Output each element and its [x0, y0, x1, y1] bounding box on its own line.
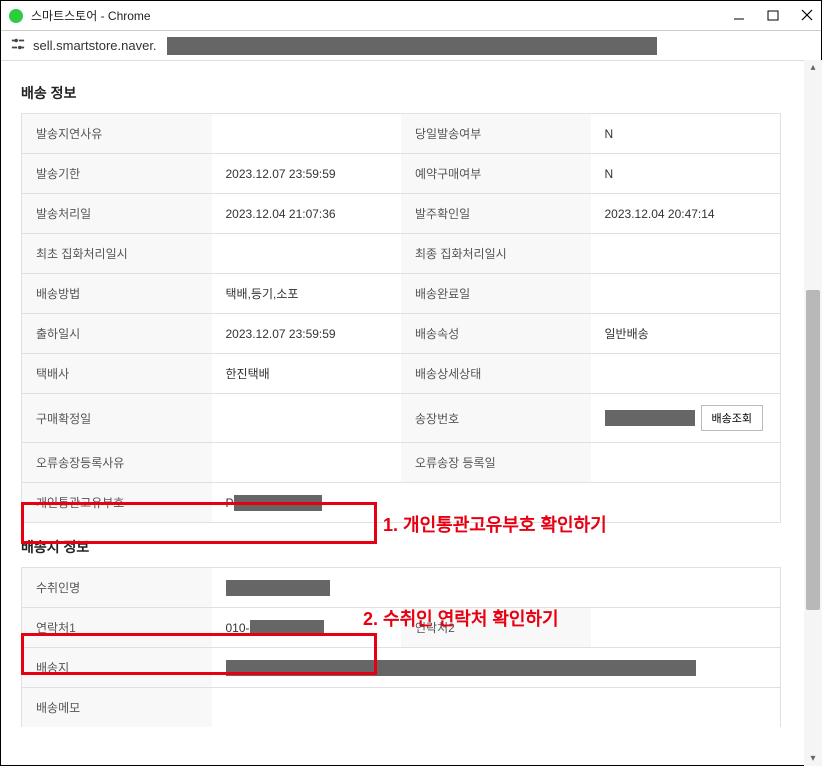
table-row: 발송처리일2023.12.04 21:07:36발주확인일2023.12.04 …	[22, 194, 780, 234]
value-cell: 한진택배	[212, 354, 402, 393]
site-settings-icon[interactable]	[11, 37, 25, 54]
label-error-reason: 오류송장등록사유	[22, 443, 212, 482]
value-error-date	[591, 443, 781, 482]
phone1-redacted	[250, 620, 324, 636]
value-pccc: P	[212, 483, 780, 522]
maximize-button[interactable]	[767, 8, 779, 24]
label-cell: 발송지연사유	[22, 114, 212, 153]
value-purchase-confirm	[212, 394, 402, 442]
label-pccc: 개인통관고유부호	[22, 483, 212, 522]
minimize-button[interactable]	[733, 8, 745, 24]
table-row: 오류송장등록사유 오류송장 등록일	[22, 443, 780, 483]
value-cell	[591, 274, 781, 313]
chrome-window: 스마트스토어 - Chrome sell.smartstore.naver. 배…	[0, 0, 822, 766]
window-controls	[733, 8, 813, 24]
value-cell: N	[591, 154, 781, 193]
label-cell: 배송방법	[22, 274, 212, 313]
delivery-section-title: 배송 정보	[21, 83, 801, 103]
table-row: 수취인명	[22, 568, 780, 608]
favicon-icon	[9, 9, 23, 23]
value-cell: 2023.12.07 23:59:59	[212, 154, 402, 193]
label-cell: 발송기한	[22, 154, 212, 193]
label-cell: 배송완료일	[401, 274, 591, 313]
label-address: 배송지	[22, 648, 212, 687]
phone-row: 연락처1 010- 연락처2	[22, 608, 780, 648]
scroll-up-icon[interactable]: ▴	[806, 62, 820, 73]
window-title: 스마트스토어 - Chrome	[31, 7, 733, 24]
recipient-name-redacted	[226, 580, 330, 596]
url-text: sell.smartstore.naver.	[33, 38, 157, 53]
label-phone1: 연락처1	[22, 608, 212, 647]
label-recipient-name: 수취인명	[22, 568, 212, 607]
close-button[interactable]	[801, 8, 813, 24]
label-cell: 배송상세상태	[401, 354, 591, 393]
titlebar: 스마트스토어 - Chrome	[1, 1, 821, 31]
destination-info-table: 수취인명 연락처1 010- 연락처2 배송지	[21, 567, 781, 727]
pccc-redacted	[234, 495, 322, 511]
value-cell: N	[591, 114, 781, 153]
address-bar[interactable]: sell.smartstore.naver.	[1, 31, 821, 61]
value-cell	[212, 114, 402, 153]
label-cell: 출하일시	[22, 314, 212, 353]
label-cell: 당일발송여부	[401, 114, 591, 153]
label-memo: 배송메모	[22, 688, 212, 727]
value-address	[212, 648, 780, 687]
table-row: 발송기한2023.12.07 23:59:59예약구매여부N	[22, 154, 780, 194]
address-redacted	[226, 660, 696, 676]
track-shipment-button[interactable]: 배송조회	[701, 405, 763, 431]
table-row: 배송방법택배,등기,소포배송완료일	[22, 274, 780, 314]
label-cell: 발송처리일	[22, 194, 212, 233]
scroll-down-icon[interactable]: ▾	[806, 753, 820, 764]
label-cell: 최종 집화처리일시	[401, 234, 591, 273]
vertical-scrollbar[interactable]: ▴ ▾	[804, 60, 822, 766]
value-phone1: 010-	[212, 608, 402, 647]
label-cell: 택배사	[22, 354, 212, 393]
value-cell	[591, 234, 781, 273]
table-row: 배송메모	[22, 688, 780, 727]
label-tracking-number: 송장번호	[401, 394, 591, 442]
tracking-number-redacted	[605, 410, 695, 426]
value-cell: 2023.12.04 21:07:36	[212, 194, 402, 233]
page-content: 배송 정보 발송지연사유당일발송여부N발송기한2023.12.07 23:59:…	[1, 61, 821, 765]
value-cell: 일반배송	[591, 314, 781, 353]
pccc-row: 개인통관고유부호 P	[22, 483, 780, 523]
value-error-reason	[212, 443, 402, 482]
table-row: 발송지연사유 당일발송여부N	[22, 114, 780, 154]
url-redacted	[167, 37, 657, 55]
pccc-prefix: P	[226, 496, 234, 510]
table-row: 배송지	[22, 648, 780, 688]
phone1-prefix: 010-	[226, 621, 250, 635]
label-phone2: 연락처2	[401, 608, 591, 647]
value-cell: 2023.12.07 23:59:59	[212, 314, 402, 353]
value-cell	[591, 354, 781, 393]
value-phone2	[591, 608, 781, 647]
table-row: 출하일시2023.12.07 23:59:59배송속성일반배송	[22, 314, 780, 354]
label-purchase-confirm: 구매확정일	[22, 394, 212, 442]
label-error-date: 오류송장 등록일	[401, 443, 591, 482]
table-row: 택배사한진택배배송상세상태	[22, 354, 780, 394]
value-memo	[212, 688, 780, 727]
label-cell: 예약구매여부	[401, 154, 591, 193]
value-cell: 택배,등기,소포	[212, 274, 402, 313]
value-cell: 2023.12.04 20:47:14	[591, 194, 781, 233]
label-cell: 최초 집화처리일시	[22, 234, 212, 273]
table-row: 구매확정일 송장번호 배송조회	[22, 394, 780, 443]
value-tracking-number: 배송조회	[591, 394, 781, 442]
value-cell	[212, 234, 402, 273]
scroll-thumb[interactable]	[806, 290, 820, 610]
value-recipient-name	[212, 568, 780, 607]
label-cell: 발주확인일	[401, 194, 591, 233]
delivery-info-table: 발송지연사유당일발송여부N발송기한2023.12.07 23:59:59예약구매…	[21, 113, 781, 523]
label-cell: 배송속성	[401, 314, 591, 353]
table-row: 최초 집화처리일시 최종 집화처리일시	[22, 234, 780, 274]
destination-section-title: 배송지 정보	[21, 537, 801, 557]
